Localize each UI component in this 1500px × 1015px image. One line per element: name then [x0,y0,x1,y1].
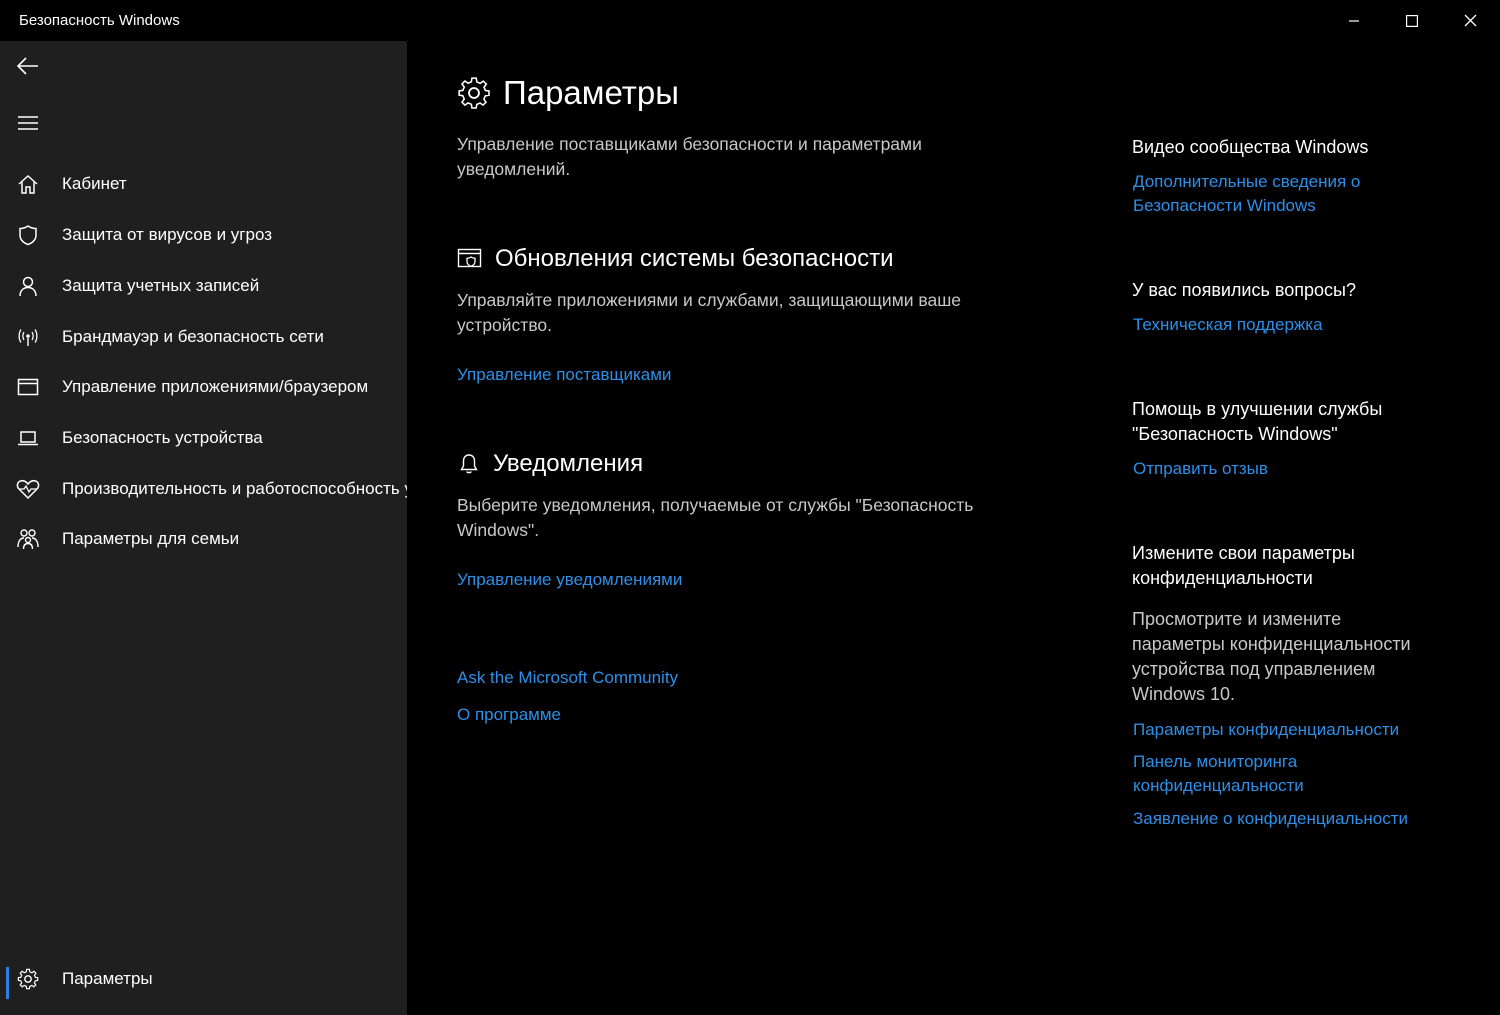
sidebar-item-label: Безопасность устройства [62,428,263,447]
bell-icon [460,454,478,474]
support-link[interactable]: Техническая поддержка [1133,313,1453,337]
send-feedback-link[interactable]: Отправить отзыв [1133,457,1453,481]
gear-icon [458,77,490,109]
section-title: Уведомления [493,450,644,477]
more-info-link[interactable]: Дополнительные сведения о Безопасности W… [1133,170,1393,217]
person-icon [16,274,40,298]
title-bar: Безопасность Windows [0,0,1500,41]
section-description: Управляйте приложениями и службами, защи… [457,290,961,335]
sidebar-item-label: Защита учетных записей [62,276,260,295]
hamburger-menu-button[interactable] [8,103,48,143]
section-title: Обновления системы безопасности [495,245,894,272]
sidebar-item-app-browser-control[interactable]: Управление приложениями/браузером [0,363,407,411]
video-heading: Видео сообщества Windows [1132,137,1369,157]
page-description: Управление поставщиками безопасности и п… [457,134,922,179]
sidebar-item-family-options[interactable]: Параметры для семьи [0,515,407,563]
back-button[interactable] [8,46,48,86]
questions-heading: У вас появились вопросы? [1132,280,1356,300]
privacy-statement-link[interactable]: Заявление о конфиденциальности [1133,807,1453,831]
sidebar-item-home[interactable]: Кабинет [0,160,407,208]
privacy-dashboard-link[interactable]: Панель мониторинга конфиденциальности [1133,750,1333,797]
manage-notifications-link[interactable]: Управление уведомлениями [457,570,682,590]
notifications-header: Уведомления [457,450,643,478]
sidebar-item-settings[interactable]: Параметры [0,955,407,1003]
gear-icon [16,967,40,991]
hamburger-icon [18,116,38,130]
sidebar-item-virus-protection[interactable]: Защита от вирусов и угроз [0,211,407,259]
sidebar-item-label: Параметры [62,969,153,988]
home-icon [16,172,40,196]
app-window: Безопасность Windows Кабинет Защита от в… [0,0,1500,1015]
about-link[interactable]: О программе [457,705,561,725]
shield-icon [16,223,40,247]
sidebar-item-device-security[interactable]: Безопасность устройства [0,414,407,462]
back-arrow-icon [17,57,38,75]
page-header: Параметры [457,73,679,113]
laptop-icon [16,426,40,450]
feedback-heading: Помощь в улучшении службы "Безопасность … [1132,399,1383,444]
sidebar-item-label: Управление приложениями/браузером [62,377,369,396]
active-indicator [6,967,9,999]
security-providers-header: Обновления системы безопасности [457,245,894,273]
app-window-icon [16,375,40,399]
privacy-text: Просмотрите и измените параметры конфиде… [1132,609,1411,704]
minimize-button[interactable] [1325,0,1383,41]
sidebar-item-firewall[interactable]: Брандмауэр и безопасность сети [0,313,407,361]
wireless-icon [16,325,40,349]
microsoft-community-link[interactable]: Ask the Microsoft Community [457,668,678,688]
maximize-icon [1406,14,1418,27]
family-icon [16,527,40,551]
section-description: Выберите уведомления, получаемые от служ… [457,495,974,540]
sidebar: Кабинет Защита от вирусов и угроз Защита… [0,41,407,1015]
privacy-heading: Измените свои параметры конфиденциальнос… [1132,543,1355,588]
sidebar-item-label: Производительность и работоспособность у… [62,479,407,498]
sidebar-item-device-performance[interactable]: Производительность и работоспособность у… [0,465,407,513]
sidebar-item-label: Параметры для семьи [62,529,240,548]
heart-icon [16,477,40,501]
sidebar-item-label: Брандмауэр и безопасность сети [62,327,324,346]
close-icon [1464,14,1476,27]
sidebar-item-label: Кабинет [62,174,127,193]
sidebar-item-label: Защита от вирусов и угроз [62,225,273,244]
sidebar-item-account-protection[interactable]: Защита учетных записей [0,262,407,310]
maximize-button[interactable] [1383,0,1441,41]
page-title: Параметры [503,74,679,111]
manage-providers-link[interactable]: Управление поставщиками [457,365,671,385]
window-title: Безопасность Windows [19,12,180,29]
close-button[interactable] [1441,0,1499,41]
minimize-icon [1349,19,1359,22]
privacy-settings-link[interactable]: Параметры конфиденциальности [1133,718,1453,742]
security-providers-icon [457,248,482,268]
